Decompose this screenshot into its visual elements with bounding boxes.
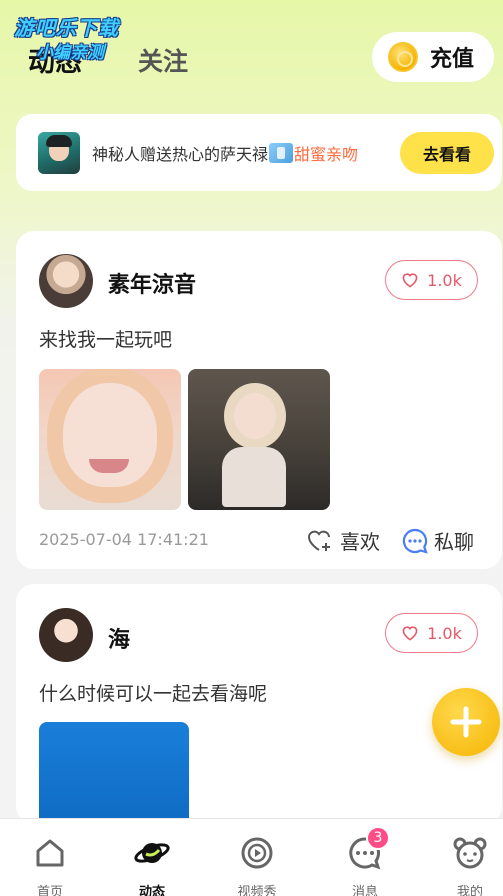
username[interactable]: 素年涼音 xyxy=(108,267,196,299)
gift-notice-banner: 神秘人赠送热心的萨天禄 甜蜜亲吻 去看看 xyxy=(16,114,502,191)
tab-video-show[interactable]: 视频秀 xyxy=(207,819,307,896)
video-play-icon xyxy=(241,837,273,869)
like-label: 喜欢 xyxy=(340,530,380,554)
gift-icon xyxy=(269,142,294,163)
watermark-logo: 游吧乐下载 小编亲测 xyxy=(10,10,150,68)
tab-dynamic-nav[interactable]: 动态 xyxy=(102,819,202,896)
private-chat-button[interactable]: 私聊 xyxy=(402,526,474,555)
post-photo[interactable] xyxy=(188,369,330,510)
tab-label: 首页 xyxy=(36,885,63,896)
like-button[interactable]: 喜欢 xyxy=(306,526,380,555)
unread-badge: 3 xyxy=(366,826,390,850)
like-count-button[interactable]: 1.0k xyxy=(385,260,478,300)
tab-messages[interactable]: 消息 xyxy=(315,819,415,896)
watermark-line1: 游吧乐下载 xyxy=(14,16,119,40)
tab-label: 动态 xyxy=(138,885,165,896)
chat-bubble-icon xyxy=(402,528,428,554)
add-post-button[interactable] xyxy=(432,688,500,756)
post-text: 什么时候可以一起去看海呢 xyxy=(39,683,268,705)
like-count: 1.0k xyxy=(427,270,462,290)
post-timestamp: 2025-07-04 17:41:21 xyxy=(39,530,209,549)
post-media-thumbnail[interactable] xyxy=(39,722,189,824)
tab-label: 消息 xyxy=(351,885,378,896)
tab-label: 我的 xyxy=(456,885,483,896)
post-card: 海 1.0k 什么时候可以一起去看海呢 xyxy=(16,584,502,824)
heart-icon xyxy=(402,273,418,288)
home-icon xyxy=(36,839,64,867)
recharge-label: 充值 xyxy=(430,47,475,72)
username[interactable]: 海 xyxy=(108,622,130,654)
notice-avatar xyxy=(38,131,80,174)
coin-icon xyxy=(388,42,418,72)
planet-icon xyxy=(134,843,170,863)
post-photo[interactable] xyxy=(39,369,181,510)
notice-prefix: 神秘人赠送热心的萨天禄 xyxy=(92,144,269,164)
recharge-button[interactable]: 充值 xyxy=(372,32,494,82)
watermark-line2: 小编亲测 xyxy=(36,43,104,63)
post-text: 来找我一起玩吧 xyxy=(39,329,173,351)
post-card: 素年涼音 1.0k 来找我一起玩吧 2025-07-04 17:41:21 喜欢… xyxy=(16,231,502,569)
heart-icon xyxy=(402,626,418,641)
plus-icon xyxy=(450,706,482,738)
chat-label: 私聊 xyxy=(434,530,474,554)
like-count: 1.0k xyxy=(427,623,462,643)
avatar[interactable] xyxy=(39,254,93,308)
tab-label: 视频秀 xyxy=(237,885,277,896)
tab-home[interactable]: 首页 xyxy=(0,819,100,896)
heart-plus-icon xyxy=(307,530,330,551)
tab-mine[interactable]: 我的 xyxy=(420,819,503,896)
go-see-button[interactable]: 去看看 xyxy=(400,132,494,174)
notice-gift-name: 甜蜜亲吻 xyxy=(294,144,359,164)
bear-icon xyxy=(453,837,487,869)
notice-text: 神秘人赠送热心的萨天禄 甜蜜亲吻 xyxy=(92,141,358,165)
avatar[interactable] xyxy=(39,608,93,662)
bottom-tab-bar: 首页 动态 视频秀 消息 我的 xyxy=(0,818,503,896)
like-count-button[interactable]: 1.0k xyxy=(385,613,478,653)
